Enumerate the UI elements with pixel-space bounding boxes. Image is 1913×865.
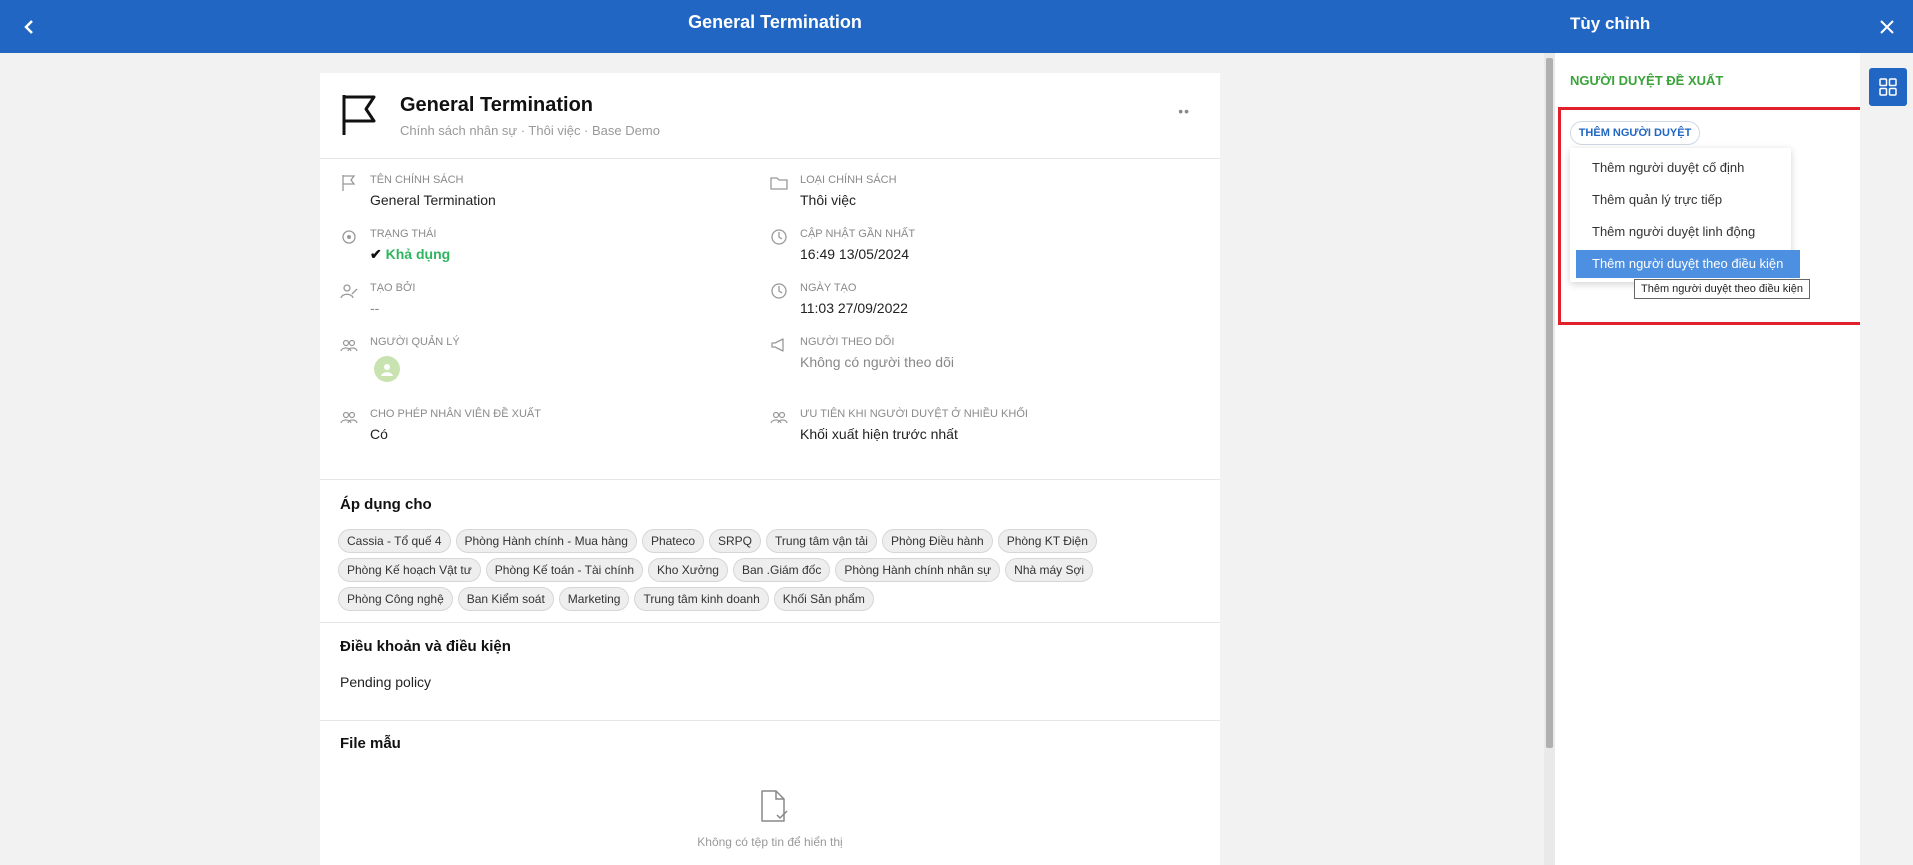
clock-icon [771,229,787,245]
folder-icon [770,177,788,190]
panel-title: Tùy chỉnh [1570,14,1651,33]
megaphone-icon [771,338,784,352]
flag-icon [342,95,376,135]
field-label: CẬP NHẬT GẦN NHẤT [800,228,916,240]
field-value: 11:03 27/09/2022 [800,300,908,316]
status-badge: ✔ Khả dụng [370,246,450,263]
policy-card: General Termination Chính sách nhân sự ·… [320,73,1220,865]
field-label: TRẠNG THÁI [370,228,437,240]
field-value: Có [370,426,388,442]
flag-small-icon [342,175,356,191]
apply-tag: Phòng Điều hành [881,529,993,553]
apply-tag: Phòng Kế hoạch Vật tư [338,558,481,582]
file-section-title: File mẫu [340,735,401,752]
field-label: NGƯỜI QUẢN LÝ [370,336,460,348]
field-value: -- [370,300,380,316]
card-subtitle: Chính sách nhân sự · Thôi việc · Base De… [400,123,660,138]
field-label: ƯU TIÊN KHI NGƯỜI DUYỆT Ở NHIỀU KHỐI [800,408,1028,420]
apply-tag: Trung tâm vận tải [766,529,877,553]
apply-tag: Phòng Hành chính nhân sự [835,558,1001,582]
grid-icon [1879,78,1897,96]
apply-tags: Cassia - Tổ quế 4 Phòng Hành chính - Mua … [338,529,1208,611]
apply-tag: SRPQ [709,529,762,553]
divider [320,622,1220,623]
field-value: Khối xuất hiện trước nhất [800,426,958,442]
users-icon [340,411,358,424]
apply-tag: Cassia - Tổ quế 4 [338,529,451,553]
apply-tag: Nhà máy Sợi [1005,558,1094,582]
terms-text: Pending policy [340,674,432,690]
top-bar: General Termination [0,0,1555,53]
apply-tag: Trung tâm kinh doanh [634,587,769,611]
scrollbar-thumb[interactable] [1546,58,1553,748]
panel-header: Tùy chỉnh [1555,0,1860,53]
field-label: CHO PHÉP NHÂN VIÊN ĐỀ XUẤT [370,408,541,420]
apply-tag: Phòng Kế toán - Tài chính [485,558,644,582]
apply-tag: Phòng Công nghệ [338,587,453,611]
field-value: General Termination [370,192,496,208]
apply-tag: Khối Sản phẩm [773,587,874,611]
apply-tag: Marketing [558,587,630,611]
users-icon [770,411,788,424]
user-icon [381,364,393,376]
field-label: LOẠI CHÍNH SÁCH [800,174,897,186]
more-options-icon[interactable]: •• [1178,103,1190,119]
field-value: Thôi việc [800,192,857,208]
user-edit-icon [340,284,358,299]
status-value: Khả dụng [385,246,451,262]
file-empty-text: Không có tệp tin để hiển thị [697,835,843,849]
status-circle-icon [342,230,356,244]
page-title: General Termination [688,12,862,32]
card-title: General Termination [400,94,594,116]
approver-section-title: NGƯỜI DUYỆT ĐỀ XUẤT [1570,73,1724,88]
apply-tag: Phateco [641,529,704,553]
apply-tag: Phòng Hành chính - Mua hàng [455,529,637,553]
field-label: TÊN CHÍNH SÁCH [370,174,464,186]
field-value: 16:49 13/05/2024 [800,246,909,262]
file-check-icon [761,790,788,822]
apply-tag: Phòng KT Điện [997,529,1097,553]
apply-tag: Ban Kiểm soát [457,587,554,611]
divider [320,720,1220,721]
field-value: Không có người theo dõi [800,354,954,370]
field-label: NGÀY TẠO [800,282,857,294]
field-label: NGƯỜI THEO DÕI [800,336,895,348]
grid-view-button[interactable] [1869,68,1907,106]
close-button[interactable] [1860,0,1913,53]
check-icon: ✔ [370,246,382,262]
field-label: TẠO BỞI [370,282,416,294]
close-icon [1879,19,1894,34]
apply-section-title: Áp dụng cho [340,496,432,513]
avatar[interactable] [374,356,400,382]
apply-tag: Ban .Giám đốc [732,558,831,582]
terms-section-title: Điều khoản và điều kiện [340,638,511,655]
side-toolbar [1860,53,1913,865]
highlight-box [1558,107,1864,325]
clock-icon [771,283,787,299]
card-header: General Termination Chính sách nhân sự ·… [320,73,1220,159]
users-icon [340,339,358,352]
divider [320,479,1220,480]
apply-tag: Kho Xưởng [648,558,728,582]
